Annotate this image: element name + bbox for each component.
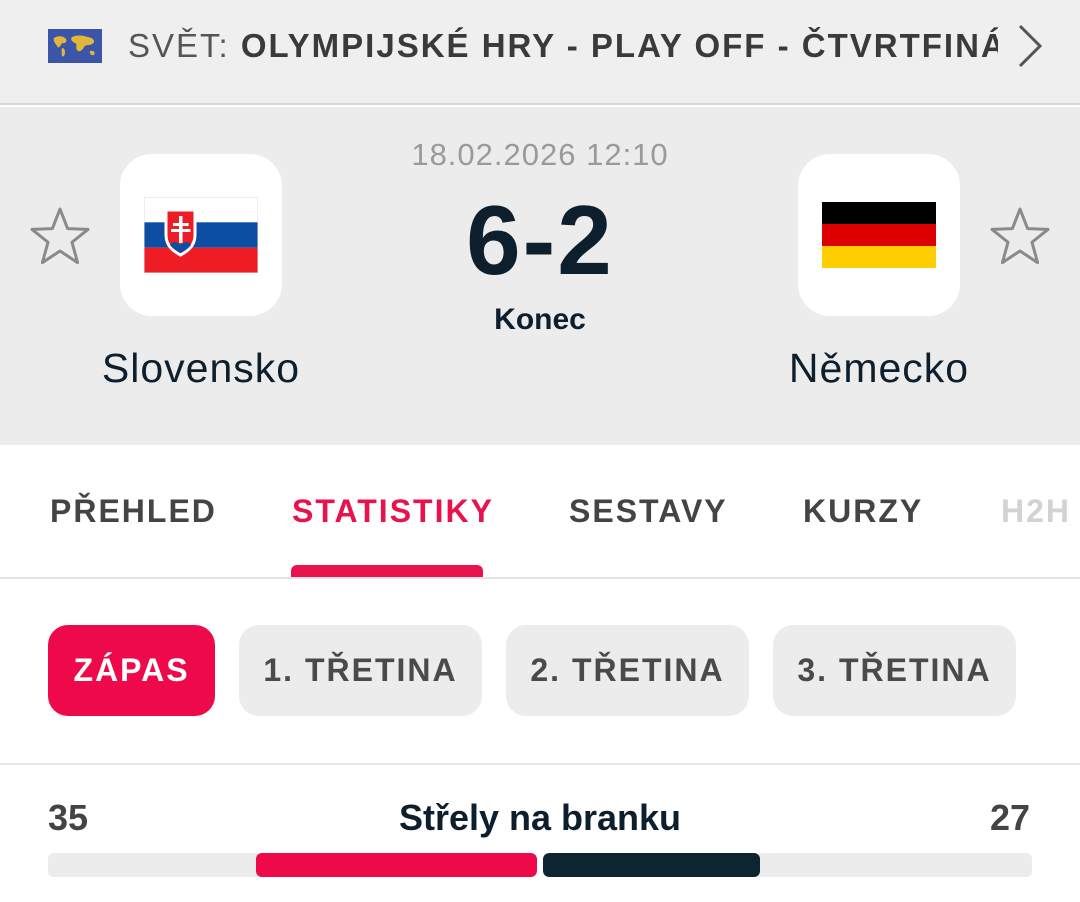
slovakia-flag-icon <box>144 197 258 273</box>
match-score: 6-2 <box>466 185 614 295</box>
period-filter: ZÁPAS 1. TŘETINA 2. TŘETINA 3. TŘETINA <box>0 581 1080 765</box>
active-tab-indicator <box>291 565 483 577</box>
tab-sestavy[interactable]: SESTAVY <box>569 493 728 530</box>
period-chip-3[interactable]: 3. TŘETINA <box>773 625 1016 716</box>
tab-statistiky[interactable]: STATISTIKY <box>292 493 494 530</box>
world-map-icon <box>48 29 102 63</box>
stat-away-bar <box>543 853 760 877</box>
match-status: Konec <box>494 303 586 336</box>
home-team-name[interactable]: Slovensko <box>71 345 331 392</box>
period-chip-1[interactable]: 1. TŘETINA <box>239 625 482 716</box>
stat-home-value: 35 <box>48 797 89 838</box>
home-team-logo[interactable] <box>120 154 282 316</box>
stat-away-value: 27 <box>989 797 1030 838</box>
tab-kurzy[interactable]: KURZY <box>803 493 923 530</box>
away-team-logo[interactable] <box>798 154 960 316</box>
stat-away-bar-track <box>543 853 1032 877</box>
germany-flag-icon <box>822 202 936 268</box>
tab-prehled[interactable]: PŘEHLED <box>50 493 217 530</box>
period-chip-2[interactable]: 2. TŘETINA <box>506 625 749 716</box>
tab-h2h[interactable]: H2H <box>1001 493 1071 530</box>
stat-home-bar <box>256 853 537 877</box>
period-chip-zapas[interactable]: ZÁPAS <box>48 625 215 716</box>
stat-label: Střely na branku <box>398 797 682 838</box>
chevron-right-icon[interactable] <box>1010 22 1050 70</box>
breadcrumb-country: SVĚT: <box>128 27 230 64</box>
breadcrumb-competition: OLYMPIJSKÉ HRY - PLAY OFF - ČTVRTFINÁ... <box>240 27 998 64</box>
favorite-star-icon-home[interactable] <box>28 204 92 268</box>
breadcrumb-label[interactable]: SVĚT: OLYMPIJSKÉ HRY - PLAY OFF - ČTVRTF… <box>128 26 998 66</box>
match-header: Slovensko 18.02.2026 12:10 6-2 Konec Něm… <box>0 107 1080 445</box>
match-tabs: PŘEHLED STATISTIKY SESTAVY KURZY H2H <box>0 445 1080 579</box>
match-datetime: 18.02.2026 12:10 <box>411 137 669 172</box>
favorite-star-icon-away[interactable] <box>988 204 1052 268</box>
away-team-name[interactable]: Německo <box>749 345 1009 392</box>
competition-breadcrumb[interactable]: SVĚT: OLYMPIJSKÉ HRY - PLAY OFF - ČTVRTF… <box>0 0 1080 105</box>
stat-home-bar-track <box>48 853 537 877</box>
stat-row: 35 Střely na branku 27 <box>0 767 1080 902</box>
